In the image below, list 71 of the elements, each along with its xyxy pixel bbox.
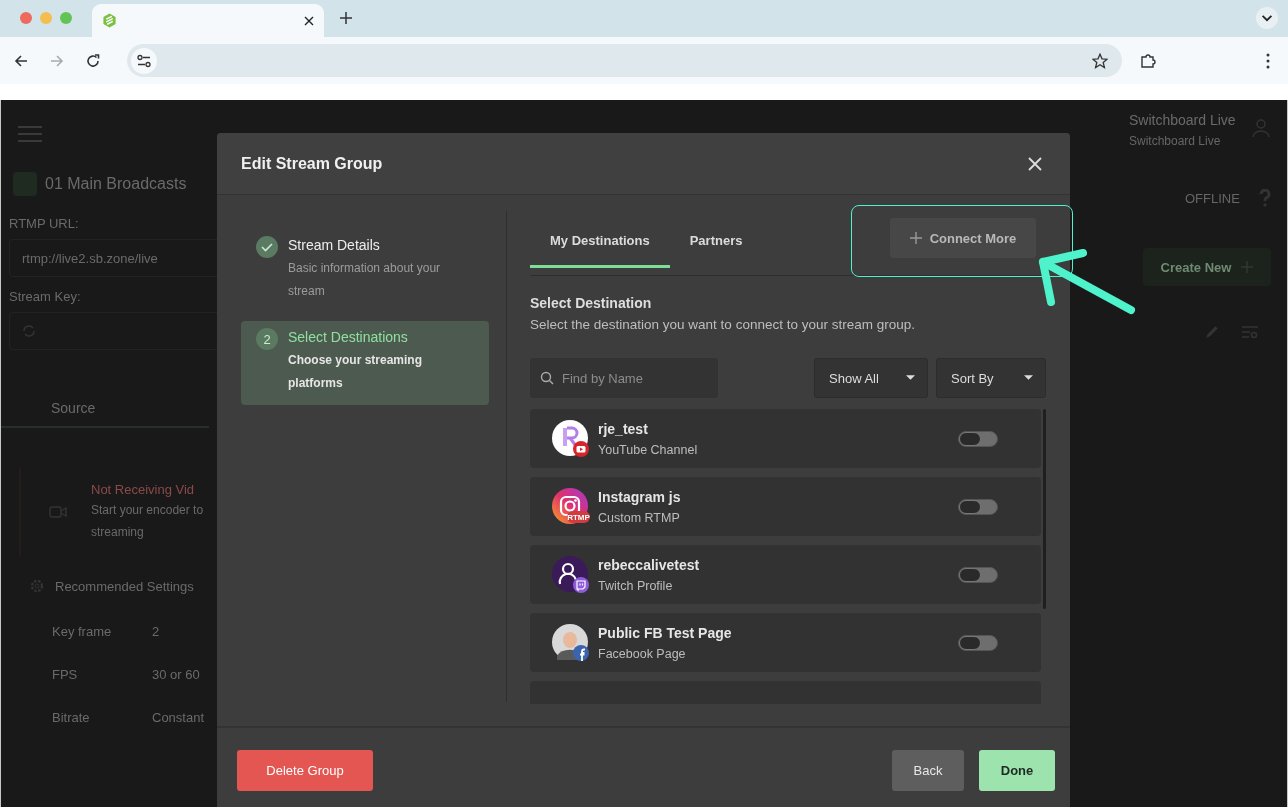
avatar-with-play-badge-icon: [552, 419, 590, 458]
project-title: 01 Main Broadcasts: [45, 175, 187, 193]
step-item[interactable]: 2 Select Destinations Choose your streaming platforms: [241, 321, 489, 405]
dialog-title: Edit Stream Group: [241, 154, 383, 173]
camera-icon: [49, 506, 67, 518]
back-button[interactable]: Back: [892, 750, 964, 791]
field-label: RTMP URL:: [9, 216, 80, 231]
destination-type: Twitch Profile: [598, 578, 674, 593]
puzzle-icon[interactable]: [1140, 52, 1156, 69]
close-icon[interactable]: [304, 15, 314, 26]
step-subtitle: Choose your streaming platforms: [288, 352, 424, 392]
person-avatar-with-chat-badge-icon: [552, 555, 590, 594]
toggle-switch[interactable]: [958, 566, 998, 583]
avatar-with-f-badge-icon: [552, 623, 590, 662]
destination-type: Custom RTMP: [598, 510, 681, 525]
account-name: Switchboard Live: [1129, 112, 1236, 128]
destination-type: YouTube Channel: [598, 442, 698, 457]
setting-value: 30 or 60: [152, 667, 200, 682]
status-label: OFFLINE: [1185, 190, 1240, 206]
toggle-switch[interactable]: [958, 498, 998, 515]
setting-value: Constant: [152, 710, 205, 725]
back-arrow-icon[interactable]: [14, 53, 28, 68]
destination-name: Public FB Test Page: [598, 624, 732, 641]
caret-icon: [906, 375, 915, 381]
alert-text: streaming: [91, 523, 145, 541]
toggle-switch[interactable]: [958, 430, 998, 447]
gear-icon: [29, 578, 45, 594]
settings-title: Recommended Settings: [55, 578, 194, 594]
tab[interactable]: Partners: [669, 216, 763, 268]
check-icon: [256, 236, 278, 258]
destination-name: rebeccalivetest: [598, 556, 700, 573]
search-icon: [540, 371, 554, 385]
dropdown[interactable]: Sort By: [936, 358, 1046, 398]
source-tab[interactable]: Source: [1, 362, 209, 428]
hexagon-logo-icon: [102, 13, 117, 28]
setting-value: 2: [152, 624, 160, 639]
caret-icon: [1024, 375, 1033, 381]
sliders-icon[interactable]: [131, 47, 157, 74]
plus-icon: [909, 232, 922, 244]
dropdown[interactable]: Show All: [814, 358, 928, 398]
destination-type: Facebook Page: [598, 646, 687, 661]
plus-icon[interactable]: [340, 12, 352, 24]
search-field[interactable]: Find by Name: [530, 358, 718, 398]
alert-title: Not Receiving Vid: [91, 481, 196, 497]
account-subtitle: Switchboard Live: [1129, 134, 1222, 148]
close-window-button[interactable]: [20, 12, 32, 24]
camera-avatar-with-badge-icon: RTMP: [552, 487, 590, 526]
done-button[interactable]: Done: [979, 750, 1055, 791]
forward-arrow-icon[interactable]: [50, 53, 64, 68]
alert-text: Start your encoder to: [91, 501, 204, 519]
more-icon[interactable]: [1266, 52, 1270, 69]
connect-more-button[interactable]: Connect More: [890, 218, 1036, 258]
section-description: Select the destination you want to connect to your stream group.: [530, 317, 916, 332]
delete-group-button[interactable]: Delete Group: [237, 750, 373, 791]
setting-label: FPS: [52, 667, 79, 682]
step-title: Stream Details: [288, 237, 381, 253]
chevron-down-icon[interactable]: [1256, 7, 1278, 29]
destination-name: rje_test: [598, 420, 649, 437]
step-title: Select Destinations: [288, 329, 409, 345]
step-subtitle: Basic information about your stream: [288, 260, 442, 300]
section-title: Select Destination: [530, 295, 653, 311]
toggle-switch[interactable]: [958, 634, 998, 651]
setting-label: Bitrate: [52, 710, 91, 725]
create-new-button[interactable]: Create New: [1143, 248, 1271, 286]
star-icon[interactable]: [1092, 52, 1108, 69]
step-number: 2: [256, 328, 278, 350]
setting-label: Key frame: [52, 624, 113, 639]
tab[interactable]: My Destinations: [530, 216, 670, 268]
field-label: Stream Key:: [9, 289, 82, 304]
reload-icon[interactable]: [86, 53, 100, 68]
destination-name: Instagram js: [598, 488, 681, 505]
